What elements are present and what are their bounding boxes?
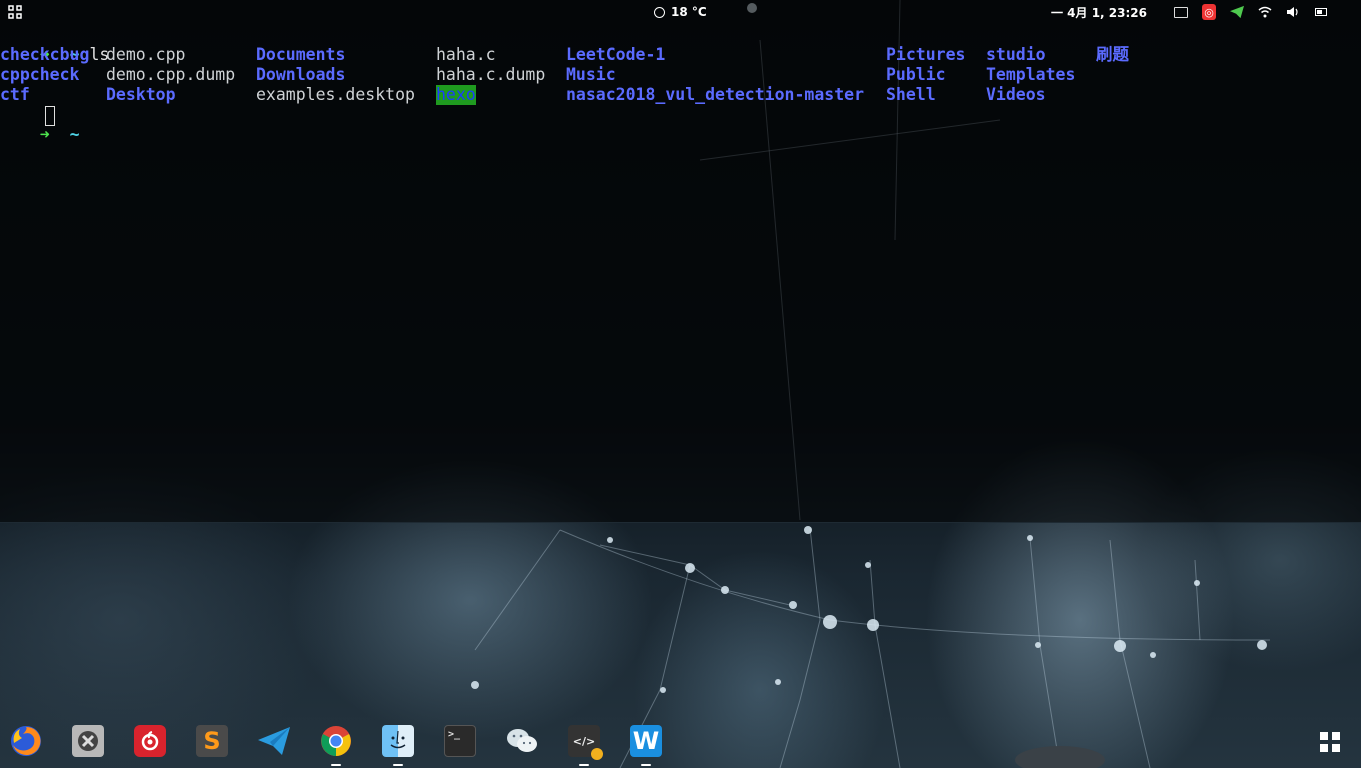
- ls-entry: examples.desktop: [256, 85, 415, 104]
- dock-app-telegram[interactable]: [257, 724, 291, 758]
- running-indicator: [393, 764, 403, 766]
- command-line: ➜ ~ ls: [0, 25, 110, 64]
- terminal-icon: >_: [444, 725, 476, 757]
- weather-indicator[interactable]: 18 °C: [654, 0, 707, 24]
- sublime-text-icon: S: [196, 725, 228, 757]
- prompt-dir: ~: [69, 125, 80, 144]
- ls-entry: Public: [886, 65, 946, 84]
- ls-entry: Downloads: [256, 65, 346, 84]
- dock: S >_ </> W: [0, 720, 1361, 768]
- wechat-icon: [507, 729, 537, 752]
- ls-entry: studio: [986, 45, 1046, 64]
- app-grid-icon: [1320, 732, 1340, 752]
- ls-entry: demo.cpp.dump: [106, 65, 236, 84]
- running-indicator: [331, 764, 341, 766]
- ls-entry: Shell: [886, 85, 936, 104]
- badge-icon: [591, 748, 603, 760]
- ls-entry: nasac2018_vul_detection-master: [566, 85, 865, 104]
- ls-entry: Videos: [986, 85, 1046, 104]
- ls-entry: haha.c.dump: [436, 65, 546, 84]
- wps-writer-icon: W: [630, 725, 662, 757]
- ls-entry: Pictures: [886, 45, 966, 64]
- dock-app-system-tools[interactable]: [71, 724, 105, 758]
- running-indicator: [579, 764, 589, 766]
- ls-entry: Music: [566, 65, 616, 84]
- running-indicator: [641, 764, 651, 766]
- telegram-icon: [258, 727, 290, 755]
- weather-temperature: 18 °C: [671, 5, 707, 19]
- ls-entry: Desktop: [106, 85, 176, 104]
- top-panel: 18 °C 一 4月 1, 23:26 ◎: [0, 0, 1361, 24]
- dock-app-terminal[interactable]: >_: [443, 724, 477, 758]
- volume-icon[interactable]: [1286, 5, 1300, 19]
- dock-app-firefox[interactable]: [9, 724, 43, 758]
- terminal-window[interactable]: ➜ ~ ls checkcbug cppcheck ctf demo.cpp d…: [0, 24, 1361, 523]
- active-prompt-line[interactable]: ➜ ~: [0, 105, 80, 144]
- ls-entry: demo.cpp: [106, 45, 186, 64]
- grid-icon: [8, 5, 22, 19]
- dock-app-finder[interactable]: [381, 724, 415, 766]
- ls-entry: Documents: [256, 45, 346, 64]
- dock-app-wps-writer[interactable]: W: [629, 724, 663, 766]
- ls-entry: Templates: [986, 65, 1076, 84]
- chrome-icon: [321, 726, 351, 756]
- weather-icon: [654, 6, 665, 18]
- clock[interactable]: 一 4月 1, 23:26: [1051, 0, 1147, 24]
- show-applications-button[interactable]: [1318, 730, 1342, 754]
- dock-app-code-editor[interactable]: </>: [567, 724, 603, 766]
- ls-entry: ctf: [0, 85, 30, 104]
- prompt-arrow: ➜: [39, 125, 50, 144]
- keyboard-icon[interactable]: [1174, 5, 1188, 19]
- ls-entry-highlighted: hexo: [436, 85, 476, 105]
- netease-music-icon[interactable]: ◎: [1202, 4, 1216, 20]
- netease-music-icon: [134, 725, 166, 757]
- telegram-icon[interactable]: [1230, 5, 1244, 19]
- ls-entry: 刷题: [1096, 45, 1129, 64]
- firefox-icon: [11, 726, 41, 756]
- ls-entry: haha.c: [436, 45, 496, 64]
- text-cursor: [45, 106, 55, 126]
- ls-entry: checkcbug: [0, 45, 90, 64]
- dock-app-netease-music[interactable]: [133, 724, 167, 758]
- ls-entry: LeetCode-1: [566, 45, 666, 64]
- dock-app-wechat[interactable]: [505, 724, 539, 758]
- dock-app-sublime-text[interactable]: S: [195, 724, 229, 758]
- system-tray: ◎: [1174, 0, 1328, 24]
- system-tools-icon: [72, 725, 104, 757]
- ls-entry: cppcheck: [0, 65, 80, 84]
- activities-button[interactable]: [8, 0, 26, 24]
- finder-icon: [382, 725, 414, 757]
- wifi-icon[interactable]: [1258, 5, 1272, 19]
- dock-app-chrome[interactable]: [319, 724, 353, 766]
- battery-icon[interactable]: [1314, 5, 1328, 19]
